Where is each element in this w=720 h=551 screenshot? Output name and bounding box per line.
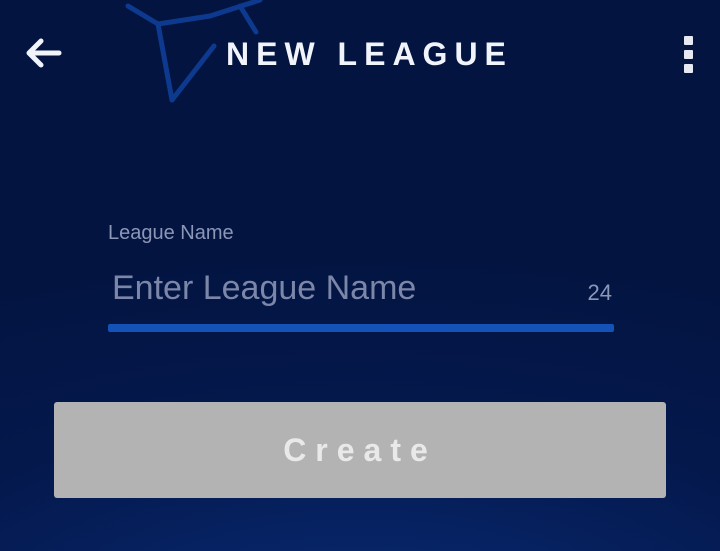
more-options-button[interactable] xyxy=(670,28,706,80)
more-vertical-icon-dot xyxy=(683,63,693,73)
back-arrow-icon xyxy=(26,38,62,68)
app-header: NEW LEAGUE xyxy=(0,0,720,110)
more-vertical-icon-dot xyxy=(683,49,693,59)
more-vertical-icon-dot xyxy=(683,35,693,45)
league-name-field: League Name 24 xyxy=(108,218,614,340)
league-name-input[interactable] xyxy=(108,264,572,312)
input-underline xyxy=(108,324,614,332)
league-name-label: League Name xyxy=(108,222,234,244)
character-counter: 24 xyxy=(587,280,612,305)
page-title: NEW LEAGUE xyxy=(226,36,513,72)
back-button[interactable] xyxy=(18,30,68,76)
create-button[interactable]: Create xyxy=(54,402,666,498)
